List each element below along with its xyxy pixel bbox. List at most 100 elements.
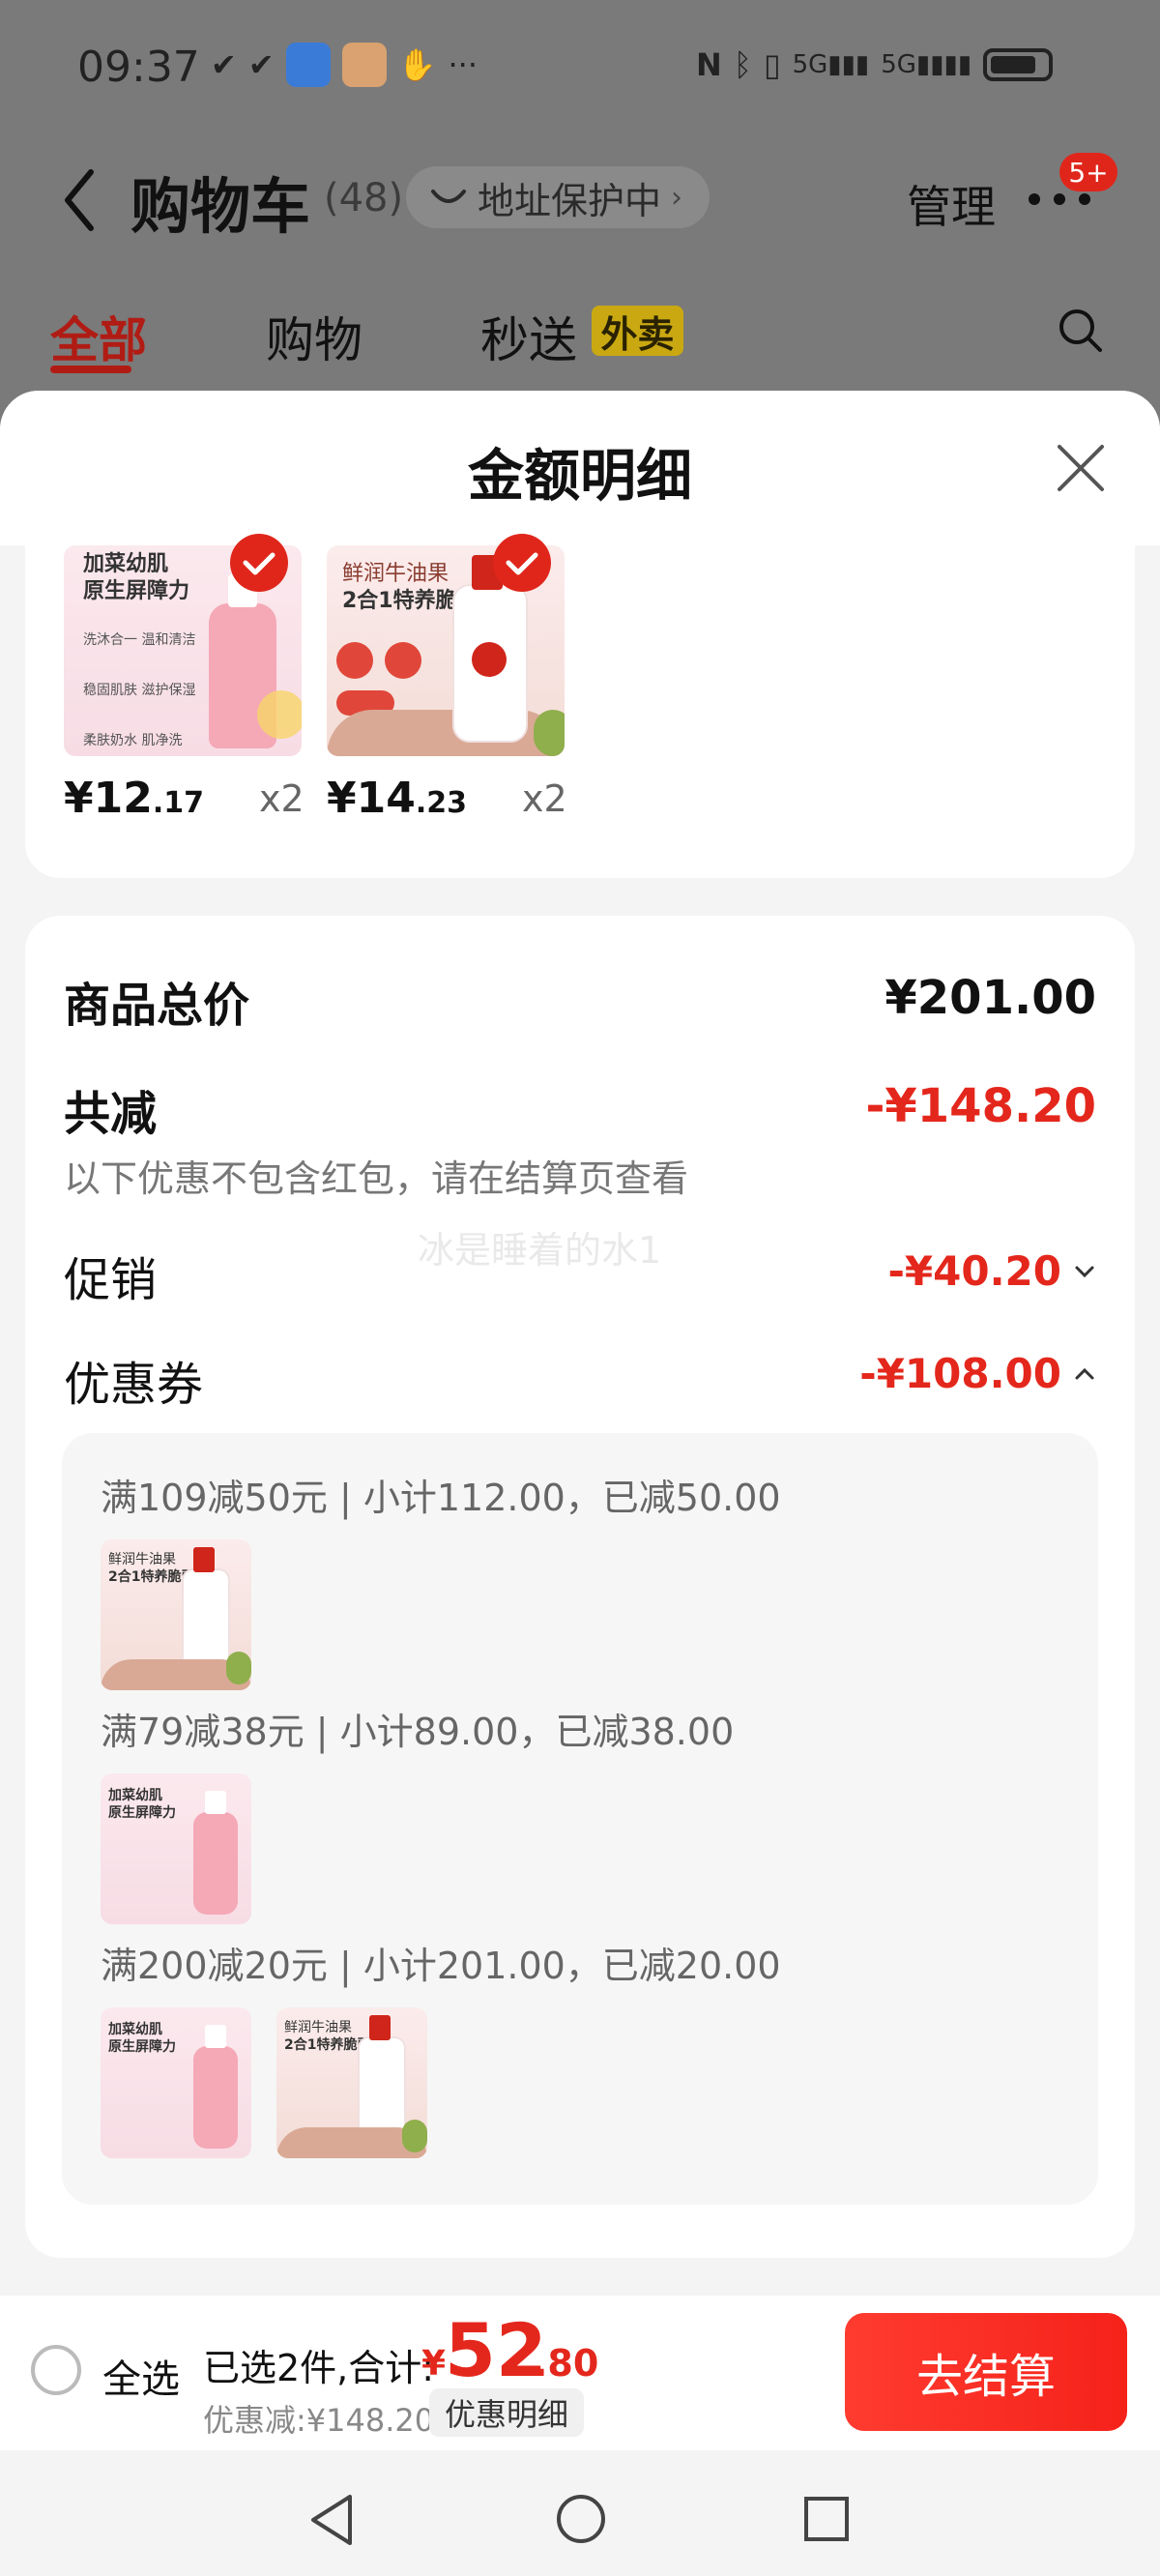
system-nav-bar <box>0 2450 1160 2576</box>
thumb-text: 加菜幼肌 <box>108 2022 162 2037</box>
total-price-label: 商品总价 <box>64 979 250 1033</box>
coupon-value: -¥108.00 <box>859 1350 1061 1397</box>
close-icon[interactable] <box>1056 443 1106 493</box>
status-system-icons: N ᛒ ▯ 5G▮▮▮ 5G▮▮▮▮ <box>696 43 1054 87</box>
coupon-product-thumbnail[interactable]: 加菜幼肌 原生屏障力 <box>101 1773 251 1924</box>
discount-amount: 优惠减:¥148.20 <box>203 2402 435 2439</box>
total-currency: ¥ <box>421 2344 447 2384</box>
total-reduce-label: 共减 <box>64 1087 158 1141</box>
total-amount-integer: 52 <box>445 2307 547 2393</box>
vibrate-icon: ▯ <box>763 46 781 83</box>
thumb-text: 原生屏障力 <box>83 579 190 603</box>
nfc-icon: N <box>696 46 722 83</box>
thumb-text: 鲜润牛油果 <box>108 1552 176 1567</box>
signal-5g-icon: 5G▮▮▮ <box>792 50 870 79</box>
bottle-pump <box>369 2015 391 2040</box>
nav-recents-icon[interactable] <box>802 2495 851 2543</box>
thumb-text: 鲜润牛油果 <box>284 2020 352 2035</box>
thumb-text: 原生屏障力 <box>108 2039 176 2055</box>
address-protection-pill[interactable]: 地址保护中 › <box>406 166 710 228</box>
checkout-button[interactable]: 去结算 <box>845 2313 1127 2431</box>
thumb-text: 加菜幼肌 <box>108 1788 162 1803</box>
tiktok-icon: ✔ <box>247 46 275 83</box>
promotion-row-toggle[interactable]: -¥40.20 <box>887 1247 1096 1295</box>
tab-shopping[interactable]: 购物 <box>266 302 362 371</box>
bottle-pump <box>205 2025 226 2048</box>
total-price-value: ¥201.00 <box>884 971 1096 1025</box>
coupon-rule: 满79减38元 | 小计89.00，已减38.00 <box>101 1711 735 1753</box>
notification-badge: 5+ <box>1059 153 1117 191</box>
message-app-icon <box>285 43 331 87</box>
bottle-pump <box>193 1547 215 1572</box>
coupon-row-toggle[interactable]: -¥108.00 <box>859 1350 1096 1397</box>
search-icon[interactable] <box>1056 306 1106 356</box>
decoration <box>257 690 302 739</box>
promotion-value: -¥40.20 <box>887 1247 1061 1295</box>
nav-home-icon[interactable] <box>555 2493 607 2545</box>
coupon-product-thumbnail[interactable]: 鲜润牛油果 2合1特养脆弱 <box>101 1539 251 1690</box>
bottle-label <box>472 642 507 677</box>
discount-detail-button[interactable]: 优惠明细 <box>429 2388 585 2437</box>
back-icon[interactable] <box>60 166 99 234</box>
selected-check-icon <box>230 534 288 592</box>
thumb-text: 原生屏障力 <box>108 1805 176 1821</box>
item-price: ¥14.23 <box>327 774 468 823</box>
badge-icon <box>385 642 421 679</box>
coupon-label: 优惠券 <box>64 1358 204 1412</box>
total-reduce-value: -¥148.20 <box>865 1079 1096 1133</box>
tiktok-icon: ✔ <box>211 46 237 83</box>
battery-icon <box>983 48 1054 81</box>
thumb-text: 加菜幼肌 <box>83 552 169 576</box>
sheet-title: 金额明细 <box>467 443 692 509</box>
status-bar: 09:37 ✔ ✔ ✋ ··· N ᛒ ▯ 5G▮▮▮ 5G▮▮▮▮ <box>0 0 1160 145</box>
active-tab-indicator <box>50 366 131 373</box>
coupon-product-thumbnail[interactable]: 加菜幼肌 原生屏障力 <box>101 2007 251 2158</box>
cart-count: (48) <box>324 176 404 220</box>
thumb-text: 鲜润牛油果 <box>342 562 450 586</box>
avocado-image <box>402 2120 427 2152</box>
address-protection-label: 地址保护中 <box>478 179 662 222</box>
item-quantity: x2 <box>259 777 304 820</box>
bottle-image <box>193 2046 238 2149</box>
dog-app-icon <box>341 43 387 87</box>
bluetooth-icon: ᛒ <box>733 46 752 83</box>
promotion-label: 促销 <box>64 1253 158 1307</box>
avocado-image <box>226 1652 251 1684</box>
select-all-radio[interactable] <box>31 2345 81 2395</box>
signal-5g-icon: 5G▮▮▮▮ <box>881 50 972 79</box>
selected-summary-label: 已选2件,合计: <box>203 2347 435 2389</box>
nav-back-icon[interactable] <box>307 2493 356 2547</box>
bottle-pump <box>205 1791 226 1814</box>
thumb-text: 洗沐合一 温和清洁 <box>83 632 196 648</box>
badge-icon <box>336 642 373 679</box>
item-quantity: x2 <box>522 777 567 820</box>
select-all-label[interactable]: 全选 <box>102 2348 180 2404</box>
coupon-rule: 满200减20元 | 小计201.00，已减20.00 <box>101 1945 781 1987</box>
total-amount-decimal: .80 <box>534 2342 599 2385</box>
chevron-right-icon: › <box>671 180 683 215</box>
coupon-rule: 满109减50元 | 小计112.00，已减50.00 <box>101 1477 781 1519</box>
manage-button[interactable]: 管理 <box>907 172 996 236</box>
discount-note: 以下优惠不包含红包，请在结算页查看 <box>64 1157 689 1200</box>
avocado-image <box>534 710 565 756</box>
status-notification-icons: ✔ ✔ ✋ ··· <box>211 43 478 87</box>
hand-icon: ✋ <box>397 46 437 83</box>
chevron-down-icon <box>1075 1266 1094 1277</box>
status-time: 09:37 <box>77 43 200 92</box>
more-icon[interactable] <box>1025 190 1094 209</box>
more-notifications-icon: ··· <box>448 46 478 83</box>
watermark: 冰是睡着的水1 <box>418 1229 662 1272</box>
selected-check-icon <box>493 534 551 592</box>
coupon-product-thumbnail[interactable]: 鲜润牛油果 2合1特养脆弱 <box>276 2007 427 2158</box>
stand-image <box>327 710 565 756</box>
tab-all[interactable]: 全部 <box>50 302 147 371</box>
tab-express[interactable]: 秒送 <box>480 302 577 371</box>
chevron-up-icon <box>1075 1367 1094 1379</box>
item-price: ¥12.17 <box>64 774 205 823</box>
thumb-text: 柔肤奶水 肌净洗 <box>83 733 183 748</box>
page-title: 购物车 <box>130 171 311 242</box>
takeout-badge: 外卖 <box>592 306 683 356</box>
thumb-text: 稳固肌肤 滋护保湿 <box>83 683 196 698</box>
smile-icon <box>431 190 466 203</box>
bottle-image <box>193 1812 238 1915</box>
